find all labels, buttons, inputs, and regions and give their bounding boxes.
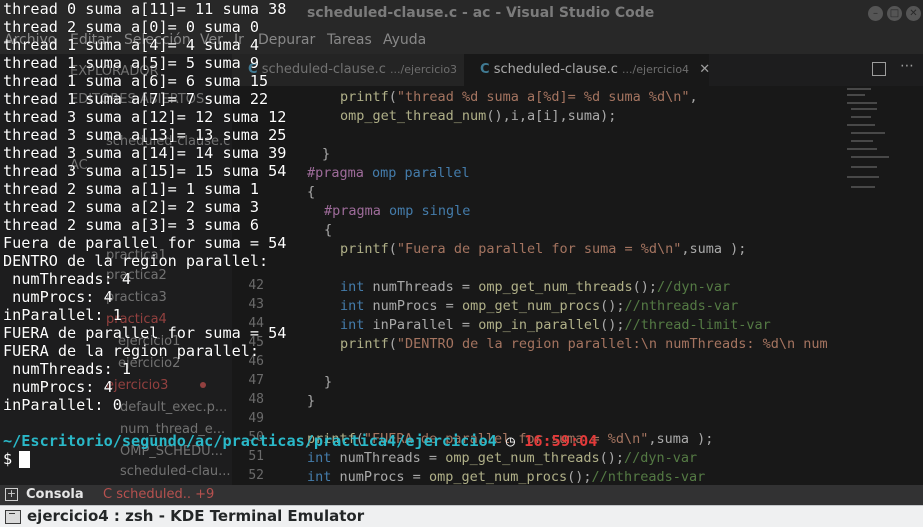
taskbar: ejercicio4 : zsh - KDE Terminal Emulator (0, 505, 923, 527)
clock-icon: ◷ (505, 432, 516, 450)
terminal-line: thread 2 suma a[2]= 2 suma 3 (3, 198, 260, 216)
shell-prompt: ~/Escritorio/segundo/ac/practicas/practi… (3, 432, 597, 450)
terminal-line: DENTRO de la region parallel: (3, 252, 269, 270)
vscode-bottom-panel: + Consola C scheduled.. +9 (0, 485, 923, 505)
expand-icon[interactable]: + (5, 488, 18, 501)
terminal-line: FUERA de parallel for suma = 54 (3, 324, 287, 342)
terminal-line: thread 1 suma a[4]= 4 suma 4 (3, 36, 260, 54)
prompt-time: 16:59:04 (524, 432, 598, 450)
terminal-line: numProcs: 4 (3, 288, 113, 306)
terminal-line: thread 2 suma a[0]= 0 suma 0 (3, 18, 260, 36)
terminal-line: thread 3 suma a[12]= 12 suma 12 (3, 108, 287, 126)
panel-consola-label[interactable]: Consola (26, 487, 84, 502)
terminal-line: thread 3 suma a[13]= 13 suma 25 (3, 126, 287, 144)
terminal-line: thread 3 suma a[14]= 14 suma 39 (3, 144, 287, 162)
terminal-line: thread 2 suma a[1]= 1 suma 1 (3, 180, 260, 198)
terminal-line: thread 0 suma a[11]= 11 suma 38 (3, 0, 287, 18)
terminal-line: thread 1 suma a[7]= 7 suma 22 (3, 90, 269, 108)
terminal-line: numProcs: 4 (3, 378, 113, 396)
text-cursor[interactable] (19, 451, 30, 468)
prompt-path: ~/Escritorio/segundo/ac/practicas/practi… (3, 432, 497, 450)
terminal-line: thread 3 suma a[15]= 15 suma 54 (3, 162, 287, 180)
terminal-line: Fuera de parallel for suma = 54 (3, 234, 287, 252)
terminal-line: FUERA de la region parallel: (3, 342, 260, 360)
terminal-output[interactable]: thread 0 suma a[11]= 11 suma 38 thread 2… (0, 0, 923, 485)
terminal-line: numThreads: 1 (3, 360, 132, 378)
terminal-line: inParallel: 1 (3, 306, 122, 324)
taskbar-window-title[interactable]: ejercicio4 : zsh - KDE Terminal Emulator (27, 507, 364, 525)
terminal-app-icon[interactable] (5, 510, 21, 524)
terminal-line: thread 2 suma a[3]= 3 suma 6 (3, 216, 260, 234)
terminal-line: numThreads: 4 (3, 270, 132, 288)
panel-open-file-tab[interactable]: C scheduled.. +9 (103, 487, 214, 502)
prompt-symbol: $ (3, 450, 13, 468)
terminal-line: thread 1 suma a[5]= 5 suma 9 (3, 54, 260, 72)
terminal-line: thread 1 suma a[6]= 6 suma 15 (3, 72, 269, 90)
terminal-line: inParallel: 0 (3, 396, 122, 414)
